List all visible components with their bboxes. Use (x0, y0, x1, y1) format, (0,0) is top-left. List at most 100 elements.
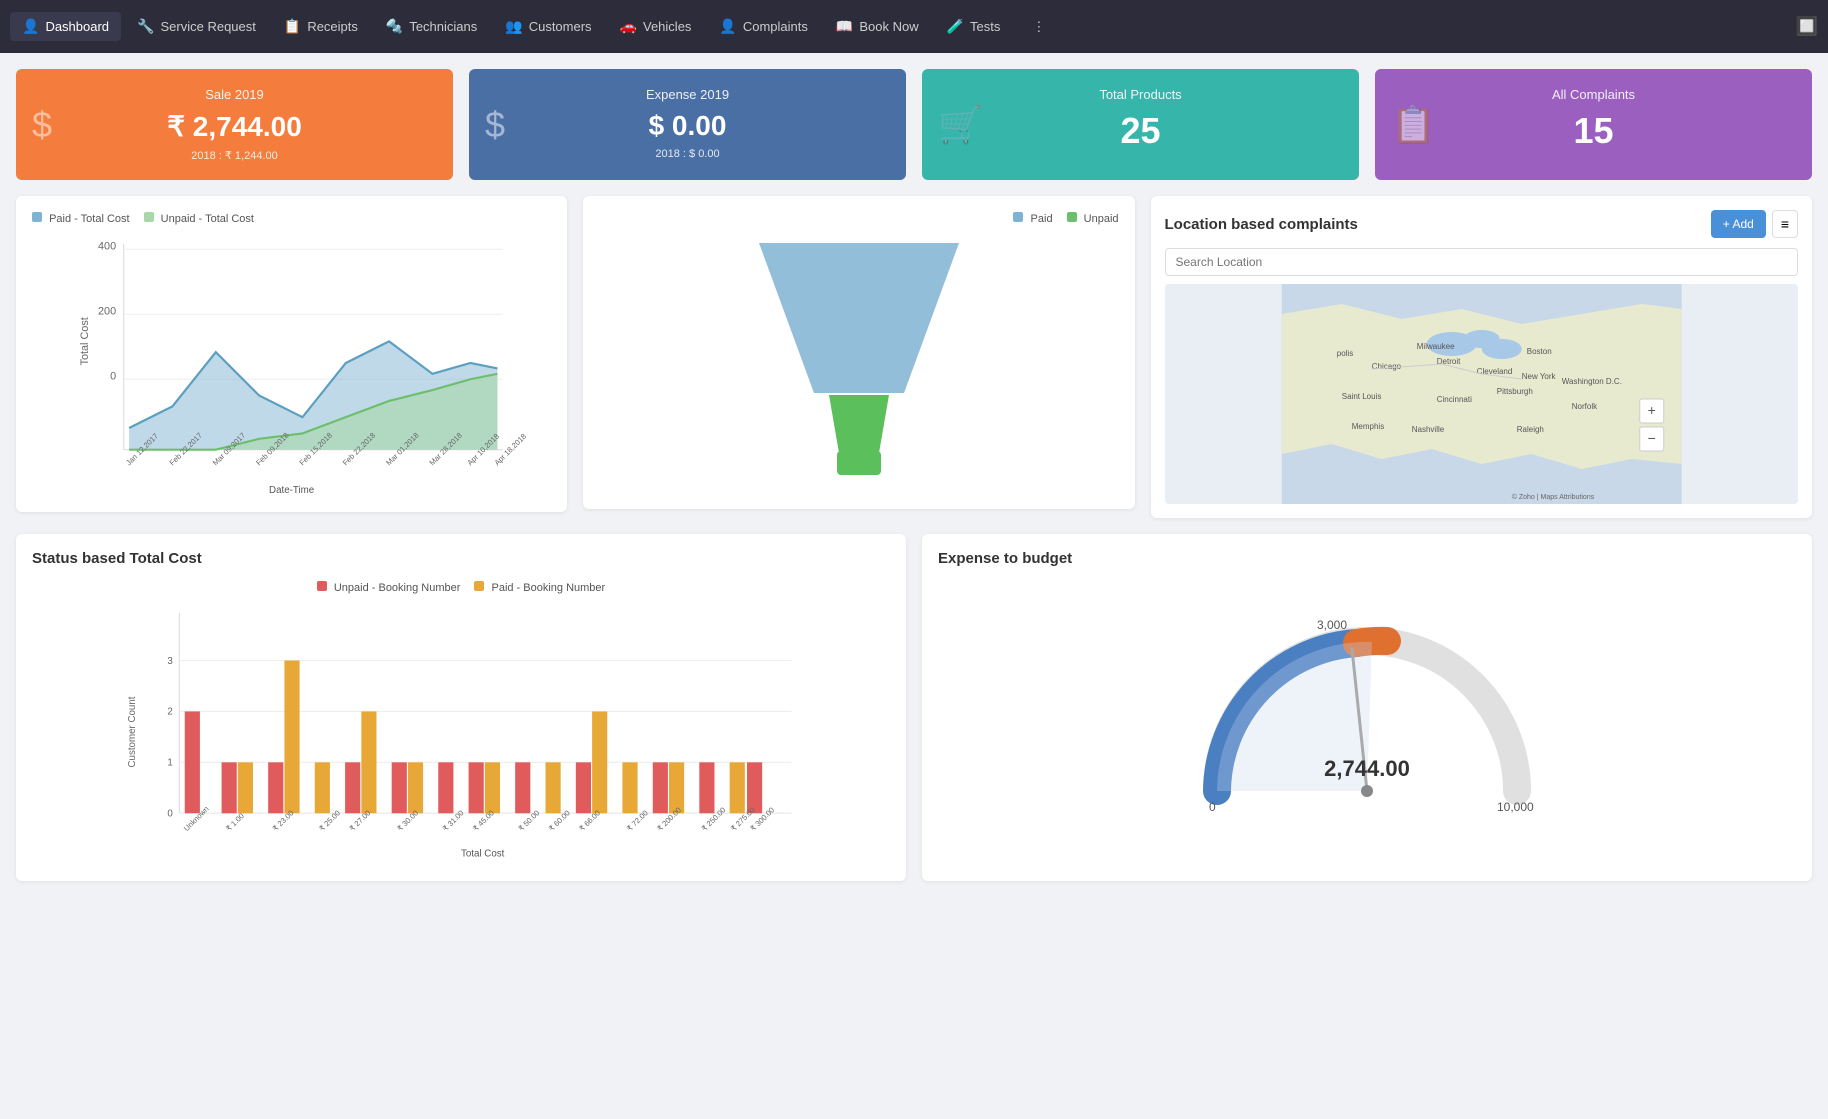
svg-text:Norfolk: Norfolk (1571, 402, 1597, 411)
dashboard-icon: 👤 (22, 18, 39, 35)
map-container: Chicago polis Detroit Milwaukee Clevelan… (1165, 284, 1799, 504)
svg-text:+: + (1647, 402, 1655, 418)
svg-text:Customer Count: Customer Count (127, 696, 138, 767)
nav-complaints[interactable]: 👤 Complaints (707, 12, 819, 41)
funnel-legend-paid: Paid (1013, 212, 1052, 225)
location-actions: + Add ≡ (1711, 210, 1798, 238)
sale-card: $ Sale 2019 ₹ 2,744.00 2018 : ₹ 1,244.00 (16, 69, 453, 180)
svg-text:Washington D.C.: Washington D.C. (1561, 377, 1621, 386)
bottom-row: Status based Total Cost Unpaid - Booking… (0, 534, 1828, 897)
funnel-chart-card: Paid Unpaid (583, 196, 1134, 509)
nav-vehicles[interactable]: 🚗 Vehicles (608, 12, 704, 41)
book-now-icon: 📖 (836, 18, 853, 35)
complaints-stat-icon: 📋 (1391, 104, 1436, 146)
legend-unpaid-dot (144, 212, 154, 222)
vehicles-icon: 🚗 (620, 18, 637, 35)
nav-technicians[interactable]: 🔩 Technicians (374, 12, 489, 41)
legend-paid: Paid - Total Cost (32, 212, 130, 225)
status-chart-legend: Unpaid - Booking Number Paid - Booking N… (32, 581, 890, 594)
svg-text:Nashville: Nashville (1411, 425, 1444, 434)
svg-text:3,000: 3,000 (1317, 618, 1347, 632)
receipts-icon: 📋 (284, 18, 301, 35)
status-legend-paid: Paid - Booking Number (474, 581, 605, 594)
products-card: 🛒 Total Products 25 (922, 69, 1359, 180)
nav-dashboard[interactable]: 👤 Dashboard (10, 12, 121, 41)
svg-text:Detroit: Detroit (1436, 357, 1460, 366)
location-card: Location based complaints + Add ≡ Chicag… (1151, 196, 1813, 518)
svg-text:₹ 1.00: ₹ 1.00 (224, 811, 246, 833)
funnel-chart-legend: Paid Unpaid (599, 212, 1118, 225)
status-chart-card: Status based Total Cost Unpaid - Booking… (16, 534, 906, 881)
products-icon: 🛒 (938, 104, 983, 146)
status-paid-dot (474, 581, 484, 591)
customers-icon: 👥 (505, 18, 522, 35)
technicians-icon: 🔩 (386, 18, 403, 35)
svg-text:Total Cost: Total Cost (461, 849, 505, 860)
status-chart-title: Status based Total Cost (32, 550, 890, 567)
svg-text:Milwaukee: Milwaukee (1416, 342, 1454, 351)
nav-user-icon: 🔲 (1796, 16, 1818, 37)
svg-text:2: 2 (167, 707, 172, 718)
svg-text:Pittsburgh: Pittsburgh (1496, 387, 1532, 396)
svg-text:10,000: 10,000 (1497, 800, 1534, 814)
navbar: 👤 Dashboard 🔧 Service Request 📋 Receipts… (0, 0, 1828, 53)
svg-text:0: 0 (167, 809, 173, 820)
funnel-visual (599, 233, 1118, 493)
complaints-icon: 👤 (719, 18, 736, 35)
complaints-card: 📋 All Complaints 15 (1375, 69, 1812, 180)
legend-paid-dot (32, 212, 42, 222)
svg-text:1: 1 (167, 758, 172, 769)
svg-text:New York: New York (1521, 372, 1556, 381)
svg-text:200: 200 (98, 305, 116, 317)
svg-text:polis: polis (1336, 349, 1352, 358)
more-icon: ⋮ (1032, 19, 1045, 35)
location-title: Location based complaints (1165, 216, 1358, 233)
service-icon: 🔧 (137, 18, 154, 35)
search-location-input[interactable] (1165, 248, 1799, 276)
funnel-legend-unpaid: Unpaid (1067, 212, 1119, 225)
nav-customers[interactable]: 👥 Customers (493, 12, 603, 41)
svg-text:Saint Louis: Saint Louis (1341, 392, 1381, 401)
nav-service-request[interactable]: 🔧 Service Request (125, 12, 268, 41)
svg-text:Cleveland: Cleveland (1476, 367, 1512, 376)
tests-icon: 🧪 (947, 18, 964, 35)
svg-text:Date-Time: Date-Time (269, 485, 314, 493)
svg-text:0: 0 (1209, 800, 1216, 814)
svg-text:Chicago: Chicago (1371, 362, 1401, 371)
map-svg: Chicago polis Detroit Milwaukee Clevelan… (1165, 284, 1799, 504)
line-chart-card: Paid - Total Cost Unpaid - Total Cost 40… (16, 196, 567, 512)
charts-row: Paid - Total Cost Unpaid - Total Cost 40… (0, 180, 1828, 534)
sale-icon: $ (32, 104, 52, 146)
expense-icon: $ (485, 104, 505, 146)
status-chart-svg: 0 1 2 3 Customer Count (32, 602, 890, 862)
svg-text:400: 400 (98, 240, 116, 252)
svg-text:−: − (1647, 430, 1655, 446)
funnel-svg (749, 233, 969, 493)
funnel-unpaid-dot (1067, 212, 1077, 222)
svg-text:Boston: Boston (1526, 347, 1551, 356)
svg-text:© Zoho | Maps Attributions: © Zoho | Maps Attributions (1511, 493, 1594, 501)
status-unpaid-dot (317, 581, 327, 591)
line-chart-legend: Paid - Total Cost Unpaid - Total Cost (32, 212, 551, 225)
status-legend-unpaid: Unpaid - Booking Number (317, 581, 461, 594)
line-chart-svg: 400 200 0 Total Cost Jan 12,2017 Feb 22,… (32, 233, 551, 493)
gauge-container: 2,744.00 0 10,000 3,000 (938, 581, 1796, 861)
nav-receipts[interactable]: 📋 Receipts (272, 12, 370, 41)
svg-text:Cincinnati: Cincinnati (1436, 395, 1471, 404)
gauge-svg: 2,744.00 0 10,000 3,000 (1187, 591, 1547, 851)
svg-text:Memphis: Memphis (1351, 422, 1383, 431)
svg-text:3: 3 (167, 656, 172, 667)
svg-text:0: 0 (110, 370, 116, 382)
nav-tests[interactable]: 🧪 Tests (935, 12, 1013, 41)
nav-more[interactable]: ⋮ (1020, 13, 1057, 41)
nav-book-now[interactable]: 📖 Book Now (824, 12, 931, 41)
menu-button[interactable]: ≡ (1772, 210, 1798, 238)
add-button[interactable]: + Add (1711, 210, 1766, 238)
svg-text:Total Cost: Total Cost (79, 317, 91, 365)
svg-text:Raleigh: Raleigh (1516, 425, 1543, 434)
legend-unpaid: Unpaid - Total Cost (144, 212, 254, 225)
funnel-paid-dot (1013, 212, 1023, 222)
gauge-title: Expense to budget (938, 550, 1796, 567)
gauge-chart-card: Expense to budget 2,744.00 0 10,000 3,0 (922, 534, 1812, 881)
expense-card: $ Expense 2019 $ 0.00 2018 : $ 0.00 (469, 69, 906, 180)
